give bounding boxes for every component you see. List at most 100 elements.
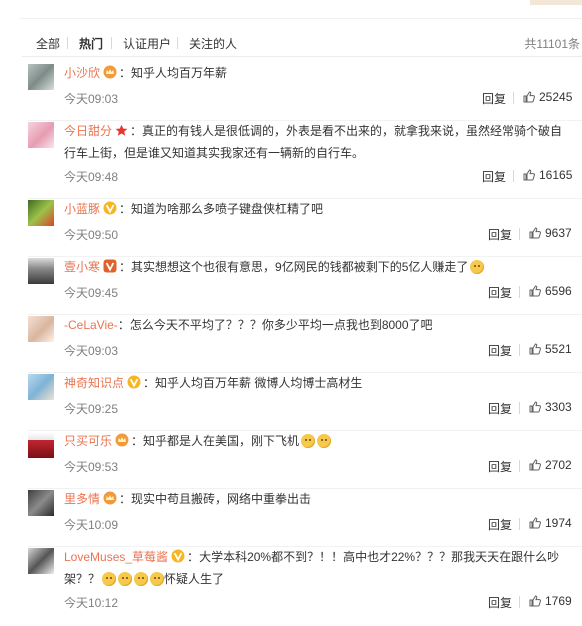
comment-text: 知乎人均百万年薪 微博人均博士高材生 (155, 376, 363, 390)
comment-item: 里多情 ：现实中苟且搬砖，网络中重拳出击 今天10:09 回复 1974 (0, 490, 582, 548)
username-link[interactable]: 里多情 (64, 492, 100, 506)
comment-body: 神奇知识点 ：知乎人均百万年薪 微博人均博士高材生 (64, 372, 568, 394)
verified-v-icon (100, 259, 119, 274)
comment-item: 小沙欣 ：知乎人均百万年薪 今天09:03 回复 25245 (0, 64, 582, 122)
comment-text: 现实中苟且搬砖，网络中重拳出击 (131, 492, 312, 506)
avatar[interactable] (28, 122, 54, 148)
action-separator (513, 92, 514, 104)
comment-item: 壹小寒 ：其实想想这个也很有意思，9亿网民的钱都被剩下的5亿人赚走了 今天09:45… (0, 258, 582, 316)
reply-button[interactable]: 回复 (482, 90, 506, 107)
reply-button[interactable]: 回复 (488, 594, 512, 611)
action-separator (519, 596, 520, 608)
username-link[interactable]: 小蓝豚 (64, 202, 100, 216)
avatar[interactable] (28, 374, 54, 400)
username-link[interactable]: -CeLaVie- (64, 318, 118, 332)
comment-item: -CeLaVie-：怎么今天不平均了？？？你多少平均一点我也到8000了吧 今天0… (0, 316, 582, 374)
like-button[interactable]: 1974 (529, 516, 572, 530)
comment-body: 壹小寒 ：其实想想这个也很有意思，9亿网民的钱都被剩下的5亿人赚走了 (64, 256, 568, 278)
filter-separator (67, 37, 68, 49)
comment-item: LoveMuses_草莓酱 ：大学本科20%都不到？！！高中也才22%？？？那我天… (0, 548, 582, 626)
emoji-icon (102, 572, 117, 586)
colon-separator: ： (117, 318, 130, 332)
comment-item: 只买可乐 ：知乎都是人在美国，刚下飞机 今天09:53 回复 2702 (0, 432, 582, 490)
filter-hot[interactable]: 热门 (79, 35, 103, 52)
like-button[interactable]: 3303 (529, 400, 572, 414)
comment-text: 知道为啥那么多喷子键盘侠杠精了吧 (131, 202, 324, 216)
action-separator (519, 460, 520, 472)
thumbs-up-icon (529, 226, 545, 240)
avatar[interactable] (28, 548, 54, 574)
action-separator (513, 170, 514, 182)
like-button[interactable]: 9637 (529, 226, 572, 240)
reply-button[interactable]: 回复 (488, 458, 512, 475)
comment-time: 今天09:25 (64, 402, 119, 416)
like-count: 9637 (545, 226, 572, 240)
comment-body: LoveMuses_草莓酱 ：大学本科20%都不到？！！高中也才22%？？？那我天… (64, 546, 568, 590)
action-separator (519, 344, 520, 356)
comment-text: 其实想想这个也很有意思，9亿网民的钱都被剩下的5亿人赚走了 (131, 260, 469, 274)
comment-time: 今天10:12 (64, 596, 119, 610)
username-link[interactable]: 壹小寒 (64, 260, 100, 274)
emoji-icon (118, 572, 133, 586)
like-count: 16165 (539, 168, 573, 182)
comment-body: 小沙欣 ：知乎人均百万年薪 (64, 62, 568, 84)
like-button[interactable]: 16165 (523, 168, 572, 182)
avatar[interactable] (28, 64, 54, 90)
thumbs-up-icon (529, 342, 545, 356)
username-link[interactable]: 神奇知识点 (64, 376, 124, 390)
avatar[interactable] (28, 200, 54, 226)
reply-button[interactable]: 回复 (488, 226, 512, 243)
action-separator (519, 402, 520, 414)
thumbs-up-icon (523, 168, 539, 182)
avatar[interactable] (28, 258, 54, 284)
verified-v-icon (124, 375, 143, 390)
comment-item: 神奇知识点 ：知乎人均百万年薪 微博人均博士高材生今天09:25 回复 3303 (0, 374, 582, 432)
comment-text-tail: 怀疑人生了 (164, 572, 225, 586)
avatar[interactable] (28, 316, 54, 342)
thumbs-up-icon (529, 516, 545, 530)
reply-button[interactable]: 回复 (488, 284, 512, 301)
like-count: 2702 (545, 458, 572, 472)
emoji-icon (150, 572, 165, 586)
username-link[interactable]: 今日甜分 (64, 124, 112, 138)
like-button[interactable]: 1769 (529, 594, 572, 608)
reply-button[interactable]: 回复 (488, 400, 512, 417)
comment-item: 小蓝豚 ：知道为啥那么多喷子键盘侠杠精了吧 今天09:50 回复 9637 (0, 200, 582, 258)
like-button[interactable]: 2702 (529, 458, 572, 472)
avatar[interactable] (28, 490, 54, 516)
comment-time: 今天09:03 (64, 344, 119, 358)
star-badge-icon (112, 124, 130, 138)
like-button[interactable]: 25245 (523, 90, 572, 104)
reply-button[interactable]: 回复 (488, 516, 512, 533)
action-separator (519, 518, 520, 530)
like-button[interactable]: 5521 (529, 342, 572, 356)
filter-verified[interactable]: 认证用户 (123, 35, 171, 52)
reply-button[interactable]: 回复 (482, 168, 506, 185)
like-count: 5521 (545, 342, 572, 356)
filter-separator (177, 37, 178, 49)
comment-time: 今天10:09 (64, 518, 119, 532)
like-count: 6596 (545, 284, 572, 298)
crown-badge-icon (100, 65, 119, 80)
reply-button[interactable]: 回复 (488, 342, 512, 359)
like-button[interactable]: 6596 (529, 284, 572, 298)
top-tab-accent (530, 0, 582, 5)
filter-following[interactable]: 关注的人 (189, 35, 237, 52)
comment-time: 今天09:50 (64, 228, 119, 242)
like-count: 1769 (545, 594, 572, 608)
colon-separator: ： (119, 492, 132, 506)
filter-separator (111, 37, 112, 49)
comment-text: 知乎都是人在美国，刚下飞机 (143, 434, 300, 448)
comment-body: 里多情 ：现实中苟且搬砖，网络中重拳出击 (64, 488, 568, 510)
username-link[interactable]: 小沙欣 (64, 66, 100, 80)
username-link[interactable]: 只买可乐 (64, 434, 112, 448)
comment-item: 今日甜分 ：真正的有钱人是很低调的，外表是看不出来的，就拿我来说，虽然经常骑个破自… (0, 122, 582, 200)
verified-v-icon (100, 201, 119, 216)
thumbs-up-icon (529, 594, 545, 608)
username-link[interactable]: LoveMuses_草莓酱 (64, 550, 168, 564)
avatar[interactable] (28, 432, 54, 458)
emoji-icon (470, 260, 485, 274)
colon-separator: ： (187, 550, 200, 564)
filter-all[interactable]: 全部 (36, 35, 60, 52)
like-count: 3303 (545, 400, 572, 414)
